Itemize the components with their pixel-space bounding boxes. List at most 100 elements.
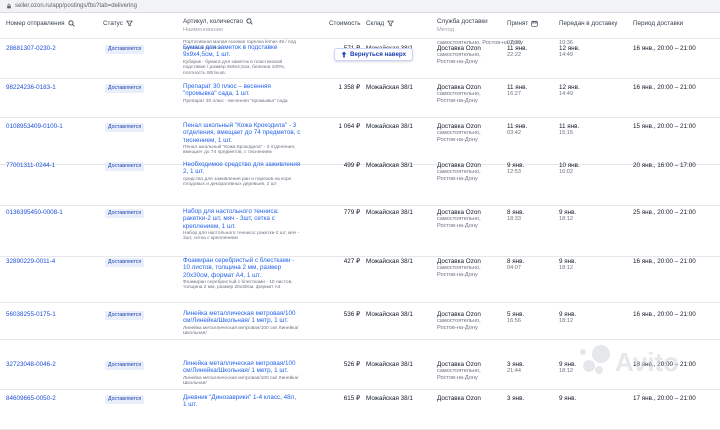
article-cell: Фоамиран серебристый с блестками - 10 ли…	[183, 257, 301, 291]
delivery-service-name: Доставка Ozon	[437, 311, 481, 318]
accepted-date: 3 янв.	[507, 395, 525, 402]
handed-cell: 9 янв. 18:12	[559, 258, 576, 273]
accepted-date: 8 янв.	[507, 209, 525, 216]
product-name-link[interactable]: Бумага для заметок в подставке 9x9x4,5см…	[183, 44, 301, 59]
filter-icon[interactable]	[125, 20, 133, 27]
header-handed: Передан в доставку	[559, 20, 617, 27]
delivery-method: самостоятельно, Ростов-на-Дону	[437, 130, 481, 143]
product-name-link[interactable]: Дневник "Динозаврики" 1-4 класс, 48л, 1 …	[183, 394, 301, 409]
delivery-method: самостоятельно, Ростов-на-Дону	[437, 318, 481, 331]
delivery-service-cell: Доставка Ozon самостоятельно, Ростов-на-Д…	[437, 162, 497, 182]
article-cell: Дневник "Динозаврики" 1-4 класс, 48л, 1 …	[183, 394, 301, 410]
posting-number-link[interactable]: 32890229-0011-4	[6, 258, 55, 265]
header-article[interactable]: Артикул, количество Наименование	[183, 18, 253, 33]
delivery-method: самостоятельно, Ростов-на-Дону	[437, 52, 481, 65]
posting-number-link[interactable]: 28681307-0230-2	[6, 45, 56, 52]
cost-value: 1 064 ₽	[338, 123, 360, 130]
handed-cell: 9 янв. 18:12	[559, 209, 576, 224]
article-cell: Препарат 30 плюс – весенняя "промывка" с…	[183, 83, 301, 104]
handed-time: 18:12	[559, 216, 573, 223]
cost-value: 779 ₽	[343, 209, 360, 216]
calendar-icon[interactable]	[531, 20, 538, 27]
table-row[interactable]: 84609665-0050-2 Доставляется Дневник "Дино…	[0, 389, 720, 430]
search-icon[interactable]	[67, 20, 75, 27]
posting-number-link[interactable]: 98224236-0183-1	[6, 84, 56, 91]
status-badge: Доставляется	[105, 162, 145, 171]
article-cell: Необходимое средство для заживления 2, 1…	[183, 161, 301, 188]
delivery-period: 16 янв., 20:00 – 21:00	[633, 311, 696, 318]
product-description: Кубарик - бумага для заметок в пластиков…	[183, 59, 286, 76]
posting-number-link[interactable]: 0108953409-0100-1	[6, 123, 63, 130]
header-article-label: Артикул, количество	[183, 18, 243, 25]
article-cell: Пенал школьный "Кожа Крокодила" - 3 отде…	[183, 122, 301, 156]
cost-value: 536 ₽	[343, 311, 360, 318]
posting-number-link[interactable]: 56038255-0175-1	[6, 311, 56, 318]
posting-number-link[interactable]: 32723048-0046-2	[6, 361, 56, 368]
product-name-link[interactable]: Линейка металлическая метровая/100 см/Ли…	[183, 310, 301, 325]
product-description: Препарат 30 плюс - весенняя "промывка" с…	[183, 98, 288, 104]
status-badge: Доставляется	[105, 258, 145, 267]
accepted-date: 9 янв.	[507, 162, 525, 169]
filter-icon[interactable]	[387, 20, 395, 27]
delivery-period: 17 янв., 20:00 – 21:00	[633, 395, 696, 402]
header-status[interactable]: Статус	[103, 20, 133, 27]
accepted-time: 12:53	[507, 169, 521, 176]
accepted-time: 22:22	[507, 52, 521, 59]
table-row[interactable]: 56038255-0175-1 Доставляется Линейка метал…	[0, 305, 720, 340]
delivery-service-cell: Доставка Ozon самостоятельно, Ростов-на-Д…	[437, 311, 497, 331]
cost-value: 615 ₽	[343, 395, 360, 402]
product-name-link[interactable]: Набор для настольного тенниса: ракетки-2…	[183, 208, 301, 230]
delivery-service-cell: Доставка Ozon самостоятельно, Ростов-на-Д…	[437, 84, 497, 104]
handed-date: 12 янв.	[559, 84, 580, 91]
header-warehouse[interactable]: Склад	[366, 20, 395, 27]
handed-date: 10 янв.	[559, 162, 580, 169]
header-delivery-label: Служба доставки	[437, 18, 488, 25]
accepted-time: 16:27	[507, 91, 521, 98]
delivery-service-name: Доставка Ozon	[437, 395, 481, 402]
header-accepted-label: Принят	[507, 20, 529, 27]
arrow-up-icon	[341, 51, 347, 58]
product-name-link[interactable]: Фоамиран серебристый с блестками - 10 ли…	[183, 257, 301, 279]
warehouse-value: Можайская 38/1	[366, 361, 413, 368]
delivery-period: 16 янв., 20:00 – 21:00	[633, 84, 696, 91]
delivery-period: 16 янв., 20:00 – 21:00	[633, 45, 696, 52]
table-row[interactable]: 77001311-0244-1 Доставляется Необходимое с…	[0, 156, 720, 206]
table-header: Номер отправления Статус Артикул, количе…	[0, 12, 720, 39]
table-row[interactable]: 0136395450-0008-1 Доставляется Набор для н…	[0, 203, 720, 257]
header-cost-label: Стоимость	[329, 20, 361, 27]
delivery-service-name: Доставка Ozon	[437, 209, 481, 216]
delivery-method: самостоятельно, Ростов-на-Дону	[437, 169, 481, 182]
header-posting[interactable]: Номер отправления	[6, 20, 75, 27]
product-name-link[interactable]: Необходимое средство для заживления 2, 1…	[183, 161, 301, 176]
header-cost: Стоимость	[329, 20, 361, 27]
table-row[interactable]: 32890229-0011-4 Доставляется Фоамиран сере…	[0, 252, 720, 303]
posting-number-link[interactable]: 0136395450-0008-1	[6, 209, 63, 216]
delivery-service-cell: Доставка Ozon	[437, 395, 497, 402]
delivery-service-name: Доставка Ozon	[437, 45, 481, 52]
product-name-link[interactable]: Линейка металлическая метровая/100 см/Ли…	[183, 360, 301, 375]
product-name-link[interactable]: Препарат 30 плюс – весенняя "промывка" с…	[183, 83, 301, 98]
handed-cell: 9 янв. 18:12	[559, 361, 576, 376]
accepted-cell: 11 янв. 03:42	[507, 123, 527, 138]
url-text: seller.ozon.ru/app/postings/fbs?tab=deli…	[15, 3, 137, 9]
accepted-date: 5 янв.	[507, 311, 525, 318]
delivery-method: самостоятельно, Ростов-на-Дону	[437, 368, 481, 381]
delivery-service-name: Доставка Ozon	[437, 361, 481, 368]
product-name-link[interactable]: Пенал школьный "Кожа Крокодила" - 3 отде…	[183, 122, 301, 144]
handed-cell: 9 янв.	[559, 395, 576, 402]
avito-watermark-text: Avito	[615, 347, 679, 377]
search-icon[interactable]	[246, 18, 253, 25]
handed-time: 18:12	[559, 265, 573, 272]
back-to-top-button[interactable]: Вернуться наверх	[334, 48, 414, 61]
posting-number-link[interactable]: 84609665-0050-2	[6, 395, 56, 402]
posting-number-link[interactable]: 77001311-0244-1	[6, 162, 55, 169]
avito-watermark-logo: Avito	[580, 345, 679, 377]
product-description: Линейка металлическая метровая/100 см/ Л…	[183, 325, 299, 337]
handed-date: 11 янв.	[559, 123, 580, 130]
accepted-cell: 3 янв.	[507, 395, 524, 402]
header-status-label: Статус	[103, 20, 123, 27]
cost-value: 427 ₽	[343, 258, 360, 265]
handed-time: 18:12	[559, 368, 573, 375]
table-row[interactable]: 98224236-0183-1 Доставляется Препарат 30 п…	[0, 78, 720, 118]
handed-cell: 9 янв. 18:12	[559, 311, 576, 326]
